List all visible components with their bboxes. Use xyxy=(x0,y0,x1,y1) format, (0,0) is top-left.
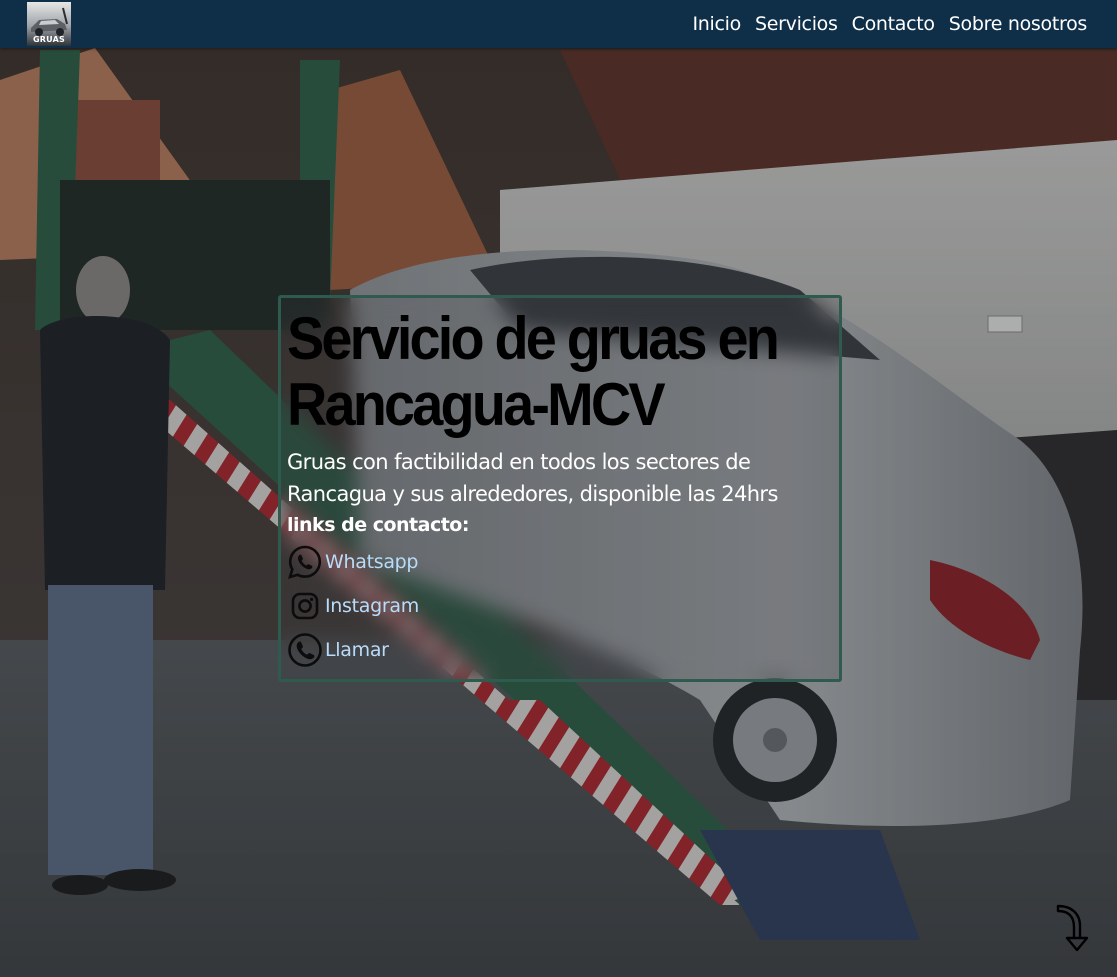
contact-heading: links de contacto: xyxy=(287,514,469,536)
nav-links: Inicio Servicios Contacto Sobre nosotros xyxy=(692,0,1087,48)
hero-title-line-2: Rancagua-MCV xyxy=(287,371,666,438)
whatsapp-link[interactable]: Whatsapp xyxy=(325,551,418,573)
hero-title-line-1: Servicio de gruas en xyxy=(287,305,780,372)
curved-arrow-down-icon[interactable] xyxy=(1052,902,1092,954)
page: GRUAS Inicio Servicios Contacto Sobre no… xyxy=(0,0,1117,977)
site-logo[interactable]: GRUAS xyxy=(27,2,71,46)
hero-title: Servicio de gruas en Rancagua-MCV xyxy=(287,306,795,438)
hero-description: Gruas con factibilidad en todos los sect… xyxy=(287,450,778,506)
nav-link-servicios[interactable]: Servicios xyxy=(755,13,838,35)
nav-link-sobre-nosotros[interactable]: Sobre nosotros xyxy=(949,13,1088,35)
whatsapp-icon xyxy=(288,545,322,579)
hero-card: Servicio de gruas en Rancagua-MCV Gruas … xyxy=(278,295,842,682)
contact-list: Whatsapp Instagram Llamar xyxy=(287,540,833,672)
nav-link-contacto[interactable]: Contacto xyxy=(852,13,935,35)
top-navbar: GRUAS Inicio Servicios Contacto Sobre no… xyxy=(0,0,1117,48)
nav-link-inicio[interactable]: Inicio xyxy=(692,13,741,35)
phone-icon xyxy=(288,633,322,667)
instagram-link[interactable]: Instagram xyxy=(325,595,419,617)
instagram-icon xyxy=(291,592,319,620)
llamar-link[interactable]: Llamar xyxy=(325,639,389,661)
contact-item-instagram: Instagram xyxy=(287,584,833,628)
contact-item-llamar: Llamar xyxy=(287,628,833,672)
logo-text: GRUAS xyxy=(33,35,65,44)
contact-item-whatsapp: Whatsapp xyxy=(287,540,833,584)
